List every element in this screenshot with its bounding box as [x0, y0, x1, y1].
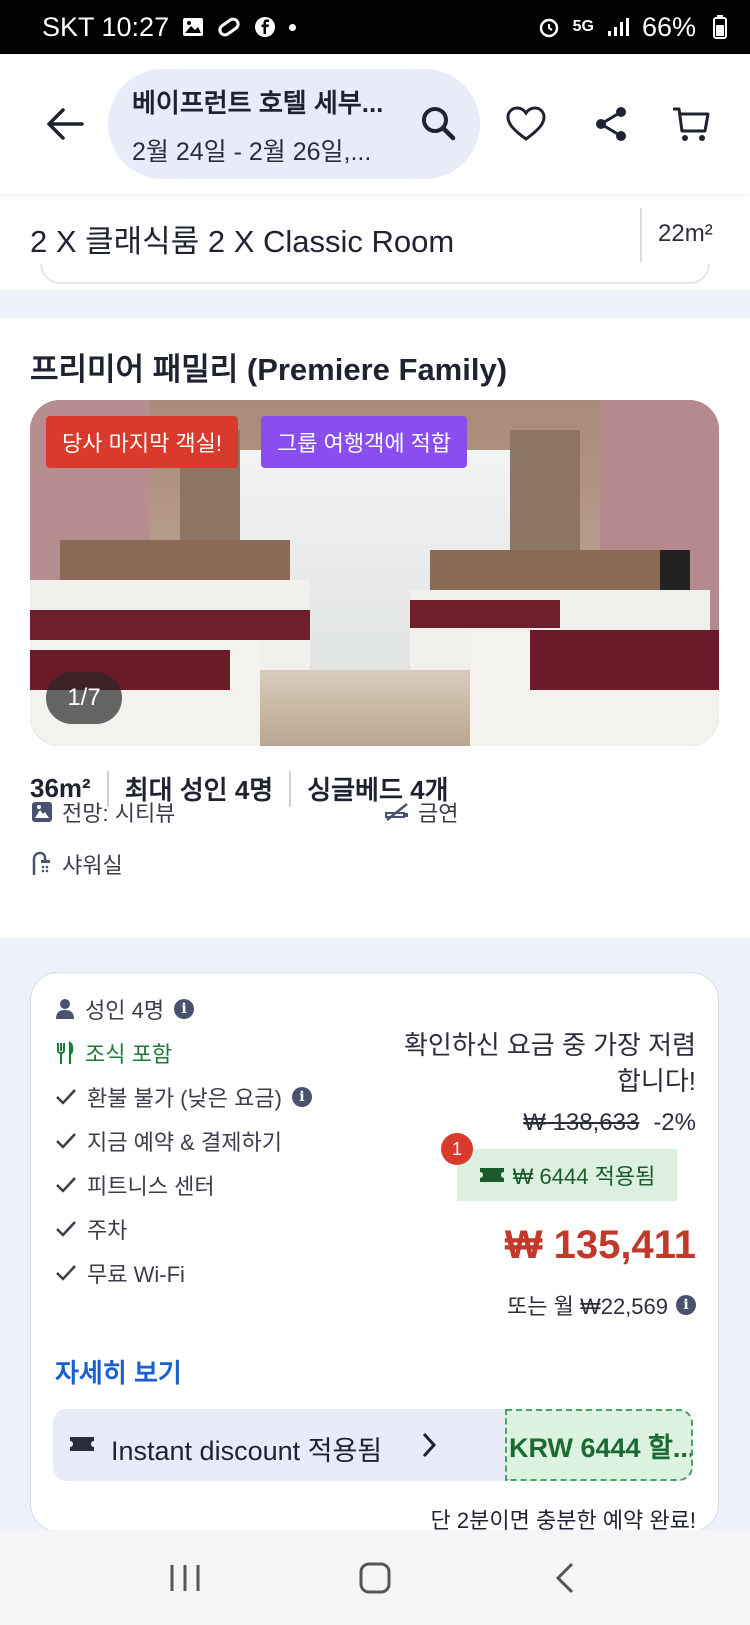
divider	[640, 208, 642, 262]
rate-card: 성인 4명 i 조식 포함 환불 불가 (낮은 요금) i 지금 예약 & 결제…	[30, 972, 719, 1533]
link-icon	[217, 16, 241, 38]
previous-room-title: 2 X 클래식룸 2 X Classic Room	[30, 224, 455, 259]
signal-icon	[606, 16, 630, 38]
feature-breakfast: 조식 포함	[55, 1037, 172, 1069]
amenity-smoking: 금연	[384, 796, 458, 828]
check-icon	[56, 1177, 76, 1193]
notification-dot-icon	[289, 23, 297, 31]
amenity-view-label: 전망: 시티뷰	[62, 801, 176, 826]
feature-fitness-label: 피트니스 센터	[87, 1174, 215, 1199]
card-edge	[40, 264, 710, 284]
gallery-icon	[181, 16, 205, 38]
search-icon	[422, 107, 456, 141]
back-chevron-icon	[555, 1562, 574, 1593]
photo-counter: 1/7	[46, 672, 122, 724]
battery-icon	[708, 15, 732, 39]
feature-adults-label: 성인 4명	[85, 998, 165, 1023]
city-view-icon	[32, 802, 52, 822]
check-icon	[56, 1089, 76, 1105]
status-bar: SKT 10:27 5G 66%	[0, 0, 750, 54]
search-summary-pill[interactable]: 베이프런트 호텔 세부... 2월 24일 - 2월 26일,...	[108, 69, 480, 179]
back-arrow-icon	[47, 108, 84, 140]
room-name: 프리미어 패밀리 (Premiere Family)	[30, 352, 508, 387]
discount-percent: -2%	[653, 1109, 696, 1136]
shower-icon	[32, 851, 50, 875]
facebook-icon	[253, 16, 277, 38]
original-price: ₩ 138,633	[523, 1109, 640, 1136]
check-icon	[56, 1133, 76, 1149]
original-price-row: ₩ 138,633 -2%	[523, 1109, 696, 1137]
info-icon[interactable]: i	[291, 1087, 312, 1107]
check-icon	[56, 1265, 76, 1281]
back-button[interactable]	[30, 89, 100, 159]
back-nav-button[interactable]	[535, 1553, 595, 1603]
coupon-applied[interactable]: ₩ 6444 적용됨	[457, 1149, 677, 1201]
feature-adults: 성인 4명 i	[55, 993, 195, 1025]
alarm-icon	[537, 16, 561, 38]
amenity-shower-label: 샤워실	[62, 853, 123, 878]
feature-fitness: 피트니스 센터	[55, 1169, 215, 1201]
amenity-shower: 샤워실	[30, 848, 123, 880]
person-icon	[56, 999, 74, 1019]
ticket-icon	[70, 1437, 94, 1451]
carrier-time: SKT 10:27	[42, 11, 170, 42]
chevron-right-icon	[422, 1432, 437, 1458]
cart-icon	[673, 107, 710, 141]
feature-refund-label: 환불 불가 (낮은 요금)	[87, 1086, 282, 1111]
info-icon[interactable]: i	[676, 1295, 696, 1315]
recent-apps-icon	[170, 1564, 200, 1591]
feature-pay-label: 지금 예약 & 결제하기	[87, 1130, 282, 1155]
cart-button[interactable]	[668, 101, 714, 147]
share-icon	[596, 107, 626, 141]
share-button[interactable]	[588, 101, 634, 147]
feature-wifi: 무료 Wi-Fi	[55, 1257, 185, 1289]
amenity-view: 전망: 시티뷰	[30, 796, 175, 828]
heart-icon	[506, 106, 546, 141]
system-nav-bar	[0, 1530, 750, 1625]
top-app-bar: 베이프런트 호텔 세부... 2월 24일 - 2월 26일,...	[0, 54, 750, 194]
feature-parking: 주차	[55, 1213, 127, 1245]
network-label: 5G	[572, 18, 594, 35]
group-travel-badge: 그룹 여행객에 적합	[261, 416, 468, 468]
feature-pay-now: 지금 예약 & 결제하기	[55, 1125, 282, 1157]
instant-discount-bar[interactable]: Instant discount 적용됨 KRW 6444 할...	[53, 1409, 693, 1481]
ticket-icon	[479, 1168, 504, 1182]
see-details-link[interactable]: 자세히 보기	[55, 1353, 182, 1390]
feature-refund: 환불 불가 (낮은 요금) i	[55, 1081, 312, 1113]
home-icon	[359, 1562, 391, 1593]
room-card: 프리미어 패밀리 (Premiere Family) 당사 마지막 객실! 그룹…	[0, 318, 750, 938]
cheapest-rate-note: 확인하신 요금 중 가장 저렴합니다!	[403, 1030, 696, 1096]
no-smoking-icon	[385, 803, 408, 821]
discount-tag: KRW 6444 할...	[505, 1409, 693, 1481]
room-photo[interactable]: 당사 마지막 객실! 그룹 여행객에 적합 1/7	[30, 400, 719, 746]
final-price: ₩ 135,411	[504, 1223, 696, 1267]
instant-discount-label: Instant discount 적용됨	[111, 1436, 383, 1466]
info-icon[interactable]: i	[174, 999, 195, 1019]
battery-percent: 66%	[641, 11, 696, 42]
feature-breakfast-label: 조식 포함	[85, 1042, 173, 1067]
favorite-button[interactable]	[503, 101, 549, 147]
coupon-text: ₩ 6444 적용됨	[512, 1164, 656, 1189]
feature-wifi-label: 무료 Wi-Fi	[87, 1262, 185, 1287]
previous-room-header: 2 X 클래식룸 2 X Classic Room 22m²	[0, 194, 750, 290]
feature-parking-label: 주차	[87, 1218, 128, 1243]
previous-room-size: 22m²	[658, 220, 713, 247]
last-room-badge: 당사 마지막 객실!	[46, 416, 239, 468]
amenity-smoking-label: 금연	[418, 801, 459, 826]
recent-apps-button[interactable]	[155, 1553, 215, 1603]
check-icon	[56, 1221, 76, 1237]
coupon-count-badge: 1	[441, 1133, 473, 1165]
home-button[interactable]	[345, 1553, 405, 1603]
monthly-price-label: 또는 월 ₩22,569	[507, 1294, 668, 1319]
utensils-icon	[57, 1041, 74, 1064]
monthly-price: 또는 월 ₩22,569 i	[507, 1289, 696, 1321]
divider	[289, 770, 292, 807]
